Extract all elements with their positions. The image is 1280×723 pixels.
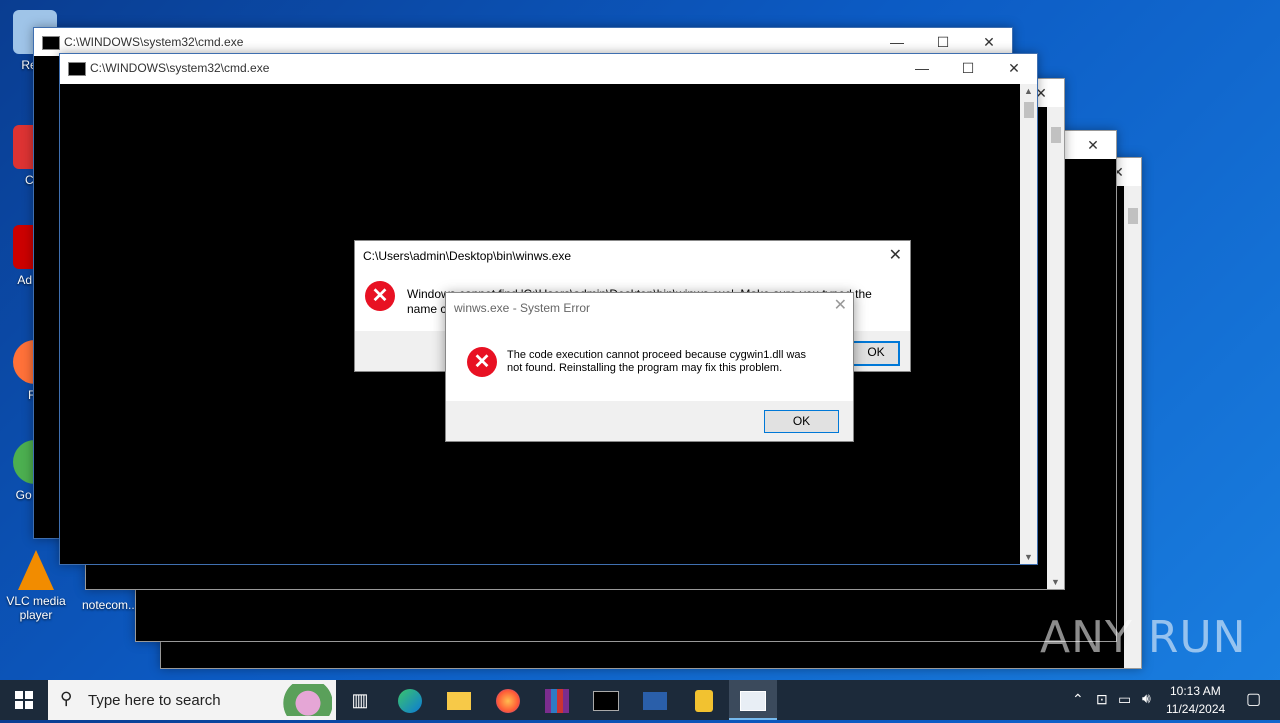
close-icon[interactable]: ✕ xyxy=(889,245,902,265)
lotus-icon xyxy=(272,684,332,716)
error-icon: ✕ xyxy=(467,347,497,377)
active-window-icon[interactable] xyxy=(729,680,777,720)
dialog-title: C:\Users\admin\Desktop\bin\winws.exe xyxy=(363,249,572,263)
close-icon[interactable]: ✕ xyxy=(966,28,1012,56)
task-view-icon[interactable]: ▥ xyxy=(336,680,384,720)
window-title: C:\WINDOWS\system32\cmd.exe xyxy=(90,61,270,75)
windows-logo-icon xyxy=(15,691,33,709)
volume-icon[interactable]: 🔊︎ xyxy=(1142,690,1151,707)
edge-icon[interactable] xyxy=(386,680,434,720)
dialog-message-line1: The code execution cannot proceed becaus… xyxy=(507,349,807,361)
cmd-icon xyxy=(68,62,86,76)
chevron-up-icon[interactable]: ⌃ xyxy=(1072,691,1084,708)
scroll-up-icon[interactable]: ▲ xyxy=(1020,86,1037,96)
search-box[interactable]: ⚲ Type here to search xyxy=(48,680,336,720)
system-tray: ⌃ ⊡ ▭ 🔊︎ 10:13 AM 11/24/2024 ▢ xyxy=(1066,680,1280,720)
clock-time[interactable]: 10:13 AM xyxy=(1170,684,1221,698)
scroll-thumb[interactable] xyxy=(1024,102,1034,118)
scrollbar[interactable] xyxy=(1124,186,1141,668)
window-title: C:\WINDOWS\system32\cmd.exe xyxy=(64,35,244,49)
notifications-icon[interactable]: ▢ xyxy=(1246,689,1261,709)
minimize-icon[interactable]: — xyxy=(899,54,945,82)
close-icon[interactable]: ✕ xyxy=(991,54,1037,82)
error-icon: ✕ xyxy=(365,281,395,311)
dialog-title: winws.exe - System Error xyxy=(454,301,591,315)
close-icon[interactable]: ✕ xyxy=(1070,131,1116,159)
search-placeholder: Type here to search xyxy=(88,692,221,709)
firefox-icon[interactable] xyxy=(484,680,532,720)
vlc-icon xyxy=(18,550,54,590)
taskbar: ⚲ Type here to search ▥ ⌃ ⊡ ▭ 🔊︎ 10:13 A… xyxy=(0,680,1280,720)
anyrun-watermark: ANY RUN xyxy=(1040,612,1247,663)
cmd-taskbar-icon[interactable] xyxy=(582,680,630,720)
start-button[interactable] xyxy=(0,680,48,720)
powershell-icon[interactable] xyxy=(631,680,679,720)
clock-date[interactable]: 11/24/2024 xyxy=(1166,702,1225,716)
titlebar[interactable]: C:\WINDOWS\system32\cmd.exe — ☐ ✕ xyxy=(60,54,1037,82)
ok-button[interactable]: OK xyxy=(852,341,900,366)
network-icon[interactable]: ⊡ xyxy=(1096,691,1108,708)
ok-button[interactable]: OK xyxy=(764,410,839,433)
file-explorer-icon[interactable] xyxy=(435,680,483,720)
system-error-dialog[interactable]: winws.exe - System Error ✕ ✕ The code ex… xyxy=(445,292,854,442)
scrollbar[interactable]: ▼ xyxy=(1047,107,1064,589)
close-icon[interactable]: ✕ xyxy=(834,295,847,315)
maximize-icon[interactable]: ☐ xyxy=(920,28,966,56)
search-icon: ⚲ xyxy=(60,689,73,708)
monitor-icon[interactable]: ▭ xyxy=(1118,691,1131,708)
dialog-message-line2: not found. Reinstalling the program may … xyxy=(507,362,783,374)
cmd-icon xyxy=(42,36,60,50)
titlebar[interactable]: C:\WINDOWS\system32\cmd.exe — ☐ ✕ xyxy=(34,28,1012,56)
minimize-icon[interactable]: — xyxy=(874,28,920,56)
scroll-down-icon[interactable]: ▼ xyxy=(1020,552,1037,562)
maximize-icon[interactable]: ☐ xyxy=(945,54,991,82)
lock-app-icon[interactable] xyxy=(680,680,728,720)
winrar-icon[interactable] xyxy=(533,680,581,720)
scrollbar[interactable]: ▲ ▼ xyxy=(1020,84,1037,564)
